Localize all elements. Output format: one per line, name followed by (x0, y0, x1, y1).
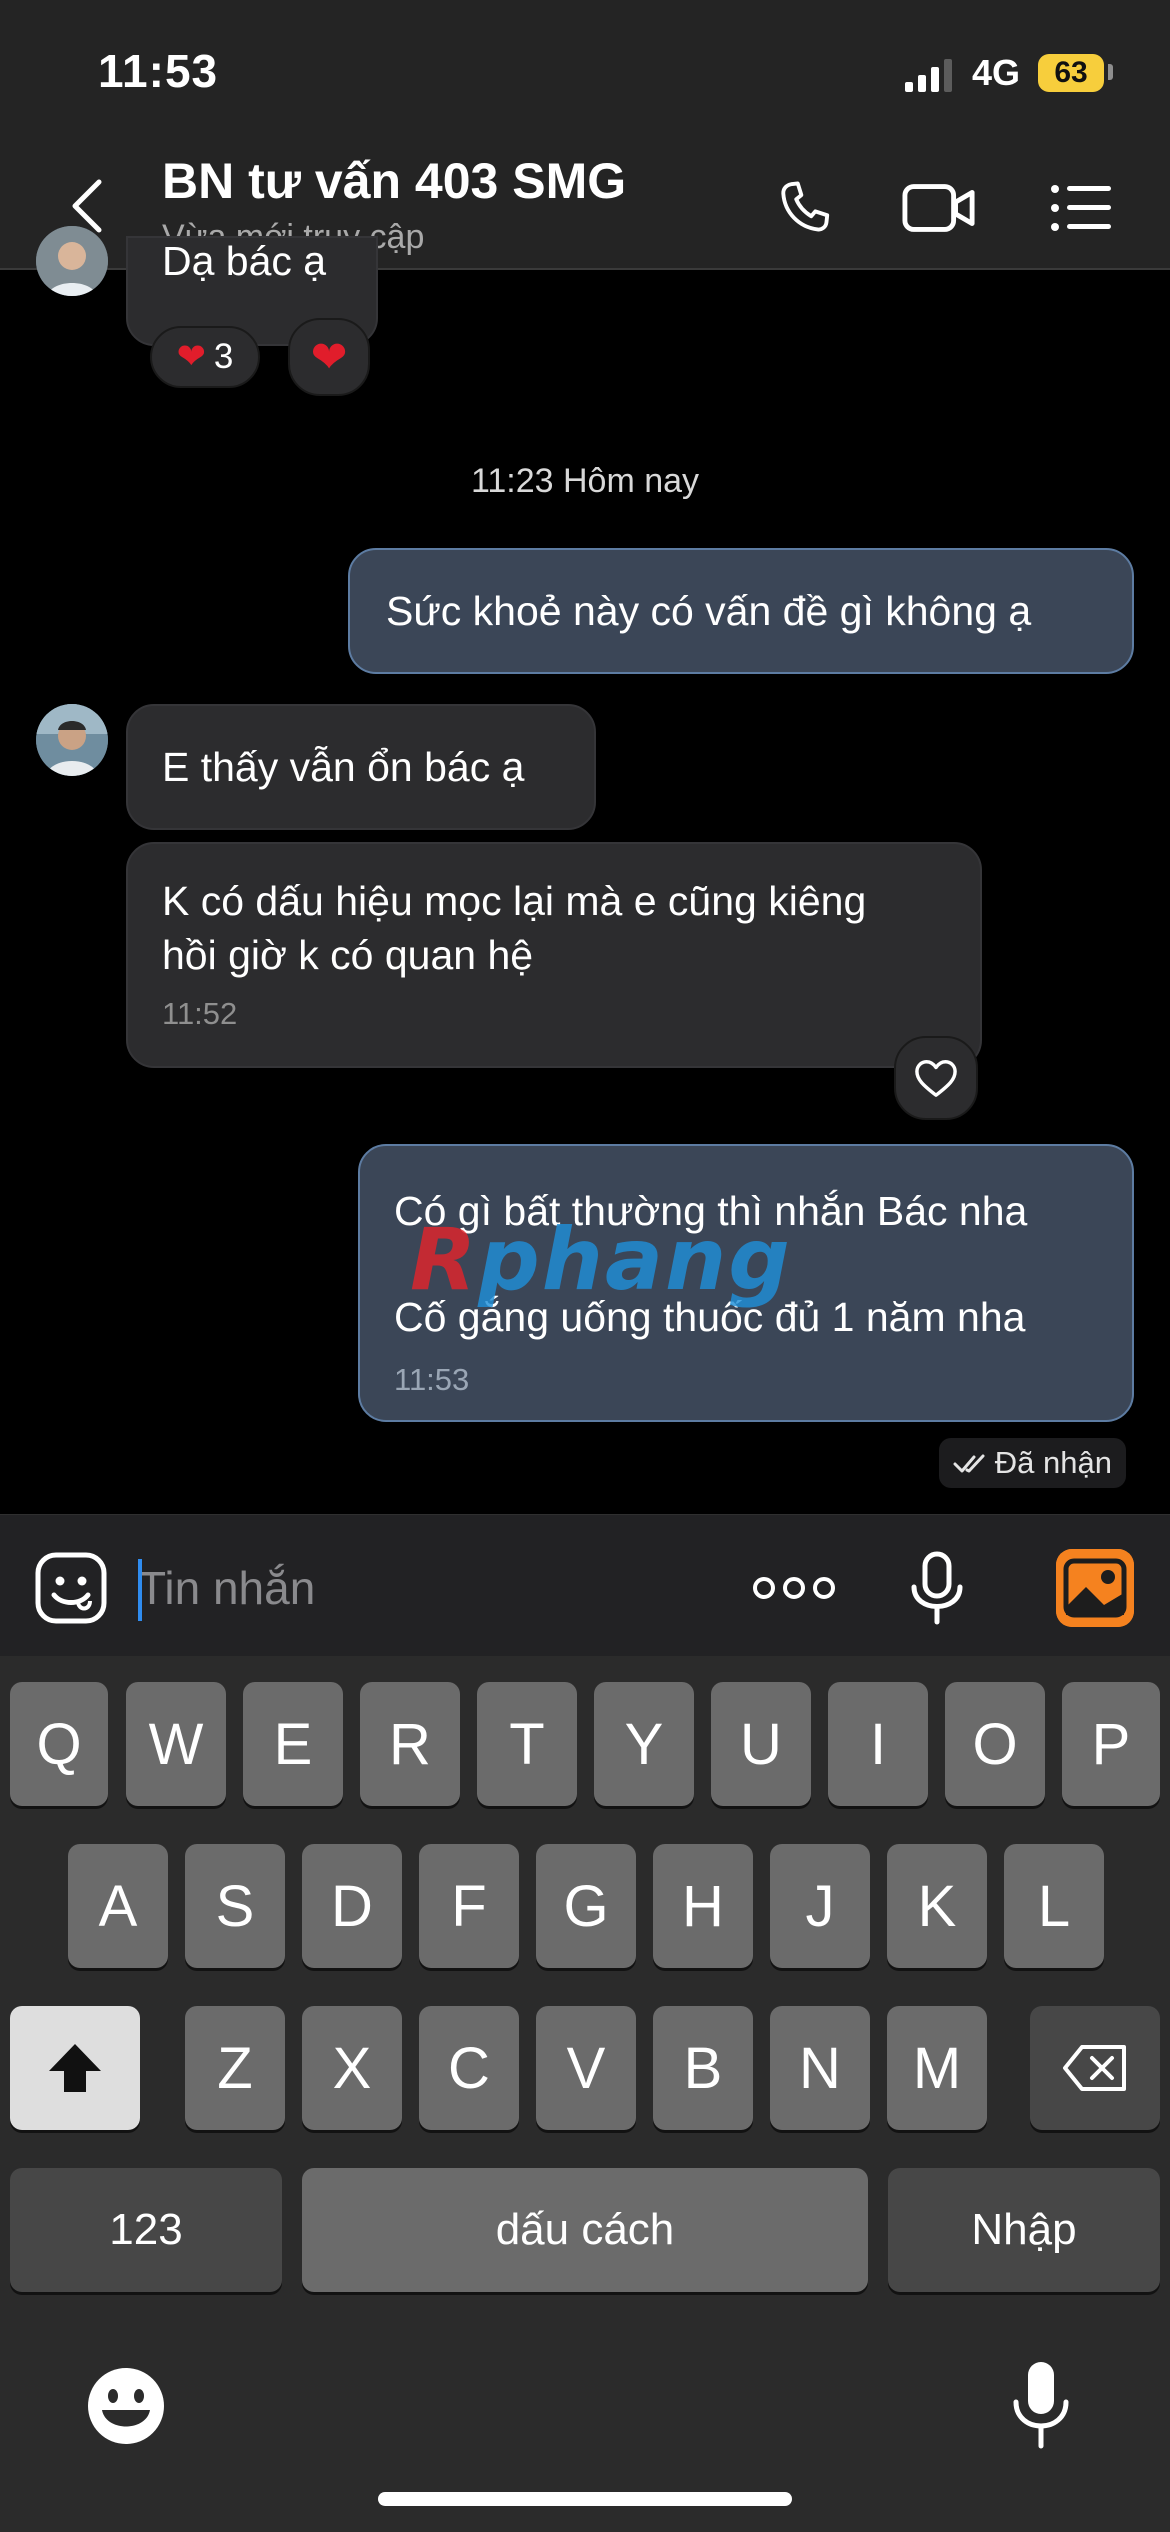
avatar[interactable] (36, 704, 108, 776)
key-v[interactable]: V (536, 2006, 636, 2130)
delete-key[interactable] (1030, 2006, 1160, 2130)
return-key[interactable]: Nhập (888, 2168, 1160, 2292)
image-icon (1056, 1549, 1134, 1627)
microphone-icon (911, 1551, 963, 1625)
message-time: 11:52 (162, 996, 238, 1031)
message-bubble-outgoing[interactable]: Sức khoẻ này có vấn đề gì không ạ (348, 548, 1134, 674)
battery-cap (1108, 64, 1113, 80)
home-indicator[interactable] (378, 2492, 792, 2506)
double-check-icon (953, 1454, 985, 1473)
backspace-icon (1063, 2045, 1126, 2091)
message-text: Dạ bác ạ (162, 238, 327, 284)
key-u[interactable]: U (711, 1682, 811, 1806)
key-q[interactable]: Q (10, 1682, 108, 1806)
read-status: Đã nhận (938, 1438, 1126, 1488)
message-text: E thấy vẫn ổn bác ạ (162, 744, 525, 790)
more-options-button[interactable] (752, 1563, 836, 1613)
clock: 11:53 (98, 45, 219, 97)
video-call-button[interactable] (902, 176, 976, 240)
avatar-image (36, 226, 108, 296)
reaction-summary[interactable]: ❤ 3 (150, 326, 260, 388)
watermark-logo: Rphang (410, 1210, 792, 1310)
key-d[interactable]: D (302, 1844, 402, 1968)
contact-name[interactable]: BN tư vấn 403 SMG (162, 152, 626, 210)
menu-list-icon (1051, 185, 1111, 231)
message-bubble-incoming[interactable]: K có dấu hiệu mọc lại mà e cũng kiêng hồ… (126, 842, 982, 1068)
cellular-signal-icon (905, 59, 952, 92)
message-text-line: K có dấu hiệu mọc lại mà e cũng kiêng (162, 878, 867, 924)
text-caret (138, 1559, 142, 1621)
image-picker-button[interactable] (1056, 1549, 1134, 1627)
key-x[interactable]: X (302, 2006, 402, 2130)
avatar-image (36, 704, 108, 776)
key-p[interactable]: P (1062, 1682, 1160, 1806)
message-time: 11:53 (394, 1362, 470, 1397)
message-text-line: hồi giờ k có quan hệ (162, 932, 534, 978)
space-key[interactable]: dấu cách (302, 2168, 868, 2292)
react-button[interactable]: ❤ (288, 318, 370, 396)
network-type: 4G (972, 52, 1021, 93)
key-n[interactable]: N (770, 2006, 870, 2130)
battery-icon: 63 (1038, 54, 1104, 92)
key-t[interactable]: T (477, 1682, 577, 1806)
heart-outline-icon (915, 1060, 957, 1097)
key-e[interactable]: E (243, 1682, 343, 1806)
key-f[interactable]: F (419, 1844, 519, 1968)
voice-call-button[interactable] (768, 176, 842, 240)
key-c[interactable]: C (419, 2006, 519, 2130)
heart-icon: ❤ (310, 332, 348, 382)
message-input-bar (0, 1514, 1170, 1656)
key-s[interactable]: S (185, 1844, 285, 1968)
watermark-part: phang (478, 1210, 792, 1310)
status-bar: 11:53 4G 63 (0, 0, 1170, 140)
reaction-count: 3 (213, 337, 234, 376)
message-text: Sức khoẻ này có vấn đề gì không ạ (386, 588, 1032, 634)
key-h[interactable]: H (653, 1844, 753, 1968)
more-dots-icon (753, 1577, 835, 1599)
key-i[interactable]: I (828, 1682, 928, 1806)
avatar[interactable] (36, 226, 108, 296)
phone-icon (781, 181, 830, 232)
key-a[interactable]: A (68, 1844, 168, 1968)
key-y[interactable]: Y (594, 1682, 694, 1806)
date-divider: 11:23 Hôm nay (470, 462, 700, 500)
key-k[interactable]: K (887, 1844, 987, 1968)
voice-message-button[interactable] (908, 1551, 966, 1625)
emoji-keyboard-button[interactable] (86, 2366, 166, 2451)
heart-icon: ❤ (176, 337, 206, 376)
message-input[interactable] (138, 1555, 698, 1621)
sticker-button[interactable] (34, 1551, 108, 1625)
key-b[interactable]: B (653, 2006, 753, 2130)
chat-options-button[interactable] (1044, 176, 1118, 240)
key-m[interactable]: M (887, 2006, 987, 2130)
key-r[interactable]: R (360, 1682, 460, 1806)
numbers-key[interactable]: 123 (10, 2168, 282, 2292)
emoji-icon (88, 2368, 164, 2444)
key-w[interactable]: W (126, 1682, 226, 1806)
key-z[interactable]: Z (185, 2006, 285, 2130)
sticker-icon (35, 1552, 107, 1624)
key-o[interactable]: O (945, 1682, 1045, 1806)
key-l[interactable]: L (1004, 1844, 1104, 1968)
video-call-icon (902, 184, 975, 232)
dictation-button[interactable] (1010, 2360, 1072, 2455)
microphone-icon (1013, 2362, 1069, 2449)
react-button[interactable] (894, 1036, 978, 1120)
shift-key[interactable] (10, 2006, 140, 2130)
read-status-text: Đã nhận (994, 1445, 1112, 1480)
shift-arrow-icon (49, 2044, 101, 2092)
key-g[interactable]: G (536, 1844, 636, 1968)
watermark-part: R (410, 1210, 479, 1310)
message-bubble-incoming[interactable]: E thấy vẫn ổn bác ạ (126, 704, 596, 830)
keyboard: Q W E R T Y U I O P A S D F G H J K L Z … (0, 1656, 1170, 2532)
key-j[interactable]: J (770, 1844, 870, 1968)
